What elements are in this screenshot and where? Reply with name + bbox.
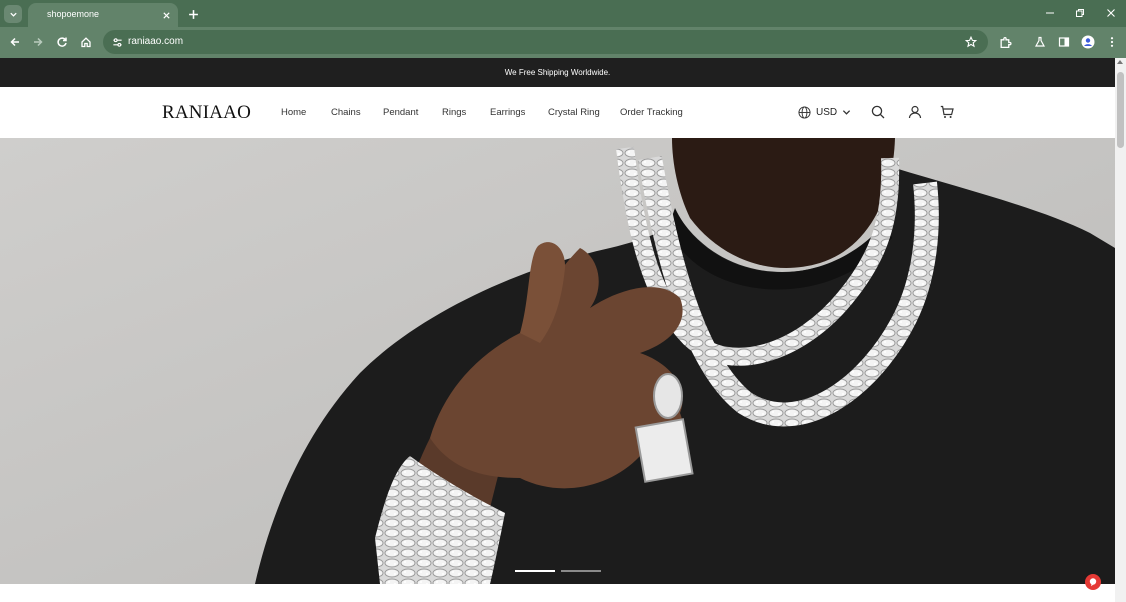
nav-earrings[interactable]: Earrings [490, 107, 525, 118]
site-logo[interactable]: RANIAAO [162, 102, 251, 124]
cart-icon [940, 105, 954, 118]
tab-title: shopoemone [47, 9, 100, 19]
address-bar[interactable]: raniaao.com [103, 30, 988, 54]
scrollbar-thumb[interactable] [1117, 72, 1124, 148]
side-panel-button[interactable] [1056, 34, 1072, 50]
announcement-bar: We Free Shipping Worldwide. [0, 58, 1115, 87]
close-icon [1107, 9, 1115, 17]
account-icon [908, 105, 922, 119]
minimize-icon [1046, 12, 1054, 14]
labs-button[interactable] [1032, 34, 1048, 50]
kebab-menu-icon [1110, 37, 1114, 47]
close-window-button[interactable] [1100, 4, 1122, 22]
site-info-button[interactable] [109, 34, 125, 50]
cart-button[interactable] [939, 104, 955, 120]
new-tab-button[interactable] [185, 6, 201, 22]
currency-selector[interactable]: USD [798, 104, 851, 120]
nav-crystal-ring[interactable]: Crystal Ring [548, 107, 600, 118]
close-icon [162, 11, 170, 19]
page-content-below-hero [0, 584, 1115, 602]
url-text[interactable]: raniaao.com [128, 36, 183, 47]
browser-toolbar: raniaao.com [0, 27, 1126, 58]
page-scrollbar[interactable] [1115, 58, 1126, 602]
extensions-button[interactable] [997, 34, 1013, 50]
profile-button[interactable] [1080, 34, 1096, 50]
minimize-button[interactable] [1039, 4, 1061, 22]
tab-close-button[interactable] [159, 8, 173, 22]
slider-dot-active[interactable] [515, 570, 555, 572]
tune-icon [112, 37, 122, 47]
site-header: RANIAAO Home Chains Pendant Rings Earrin… [0, 87, 1115, 138]
bookmark-button[interactable] [963, 34, 979, 50]
chevron-down-icon [9, 12, 17, 17]
hero-image [0, 138, 1115, 584]
nav-order-tracking[interactable]: Order Tracking [620, 107, 683, 118]
chat-icon [1089, 578, 1097, 587]
chat-widget-button[interactable] [1085, 574, 1101, 590]
browser-tab[interactable]: shopoemone [28, 3, 178, 27]
side-panel-icon [1058, 37, 1070, 47]
home-button[interactable] [78, 34, 94, 50]
currency-label: USD [816, 106, 838, 118]
home-icon [81, 37, 91, 48]
browser-tab-bar: shopoemone [0, 0, 1126, 27]
forward-button[interactable] [30, 34, 46, 50]
search-button[interactable] [870, 104, 886, 120]
plus-icon [188, 9, 198, 19]
reload-button[interactable] [54, 34, 70, 50]
announcement-text: We Free Shipping Worldwide. [504, 68, 611, 77]
restore-icon [1076, 9, 1084, 17]
puzzle-icon [1000, 36, 1012, 48]
profile-avatar-icon [1081, 35, 1095, 49]
star-icon [965, 36, 977, 48]
tab-search-button[interactable] [4, 5, 22, 23]
restore-button[interactable] [1069, 4, 1091, 22]
arrow-left-icon [10, 37, 19, 47]
globe-icon [798, 105, 811, 119]
slider-pagination [515, 570, 601, 572]
arrow-right-icon [34, 37, 43, 47]
nav-pendant[interactable]: Pendant [383, 107, 418, 118]
scroll-up-arrow[interactable] [1117, 60, 1123, 64]
reload-icon [57, 37, 67, 47]
chevron-down-icon [843, 109, 851, 115]
flask-icon [1034, 36, 1046, 47]
nav-home[interactable]: Home [281, 107, 306, 118]
account-button[interactable] [907, 104, 923, 120]
browser-menu-button[interactable] [1104, 34, 1120, 50]
back-button[interactable] [7, 34, 23, 50]
search-icon [871, 105, 885, 119]
slider-dot[interactable] [561, 570, 601, 572]
nav-rings[interactable]: Rings [442, 107, 466, 118]
nav-chains[interactable]: Chains [331, 107, 361, 118]
hero-banner[interactable] [0, 138, 1115, 584]
